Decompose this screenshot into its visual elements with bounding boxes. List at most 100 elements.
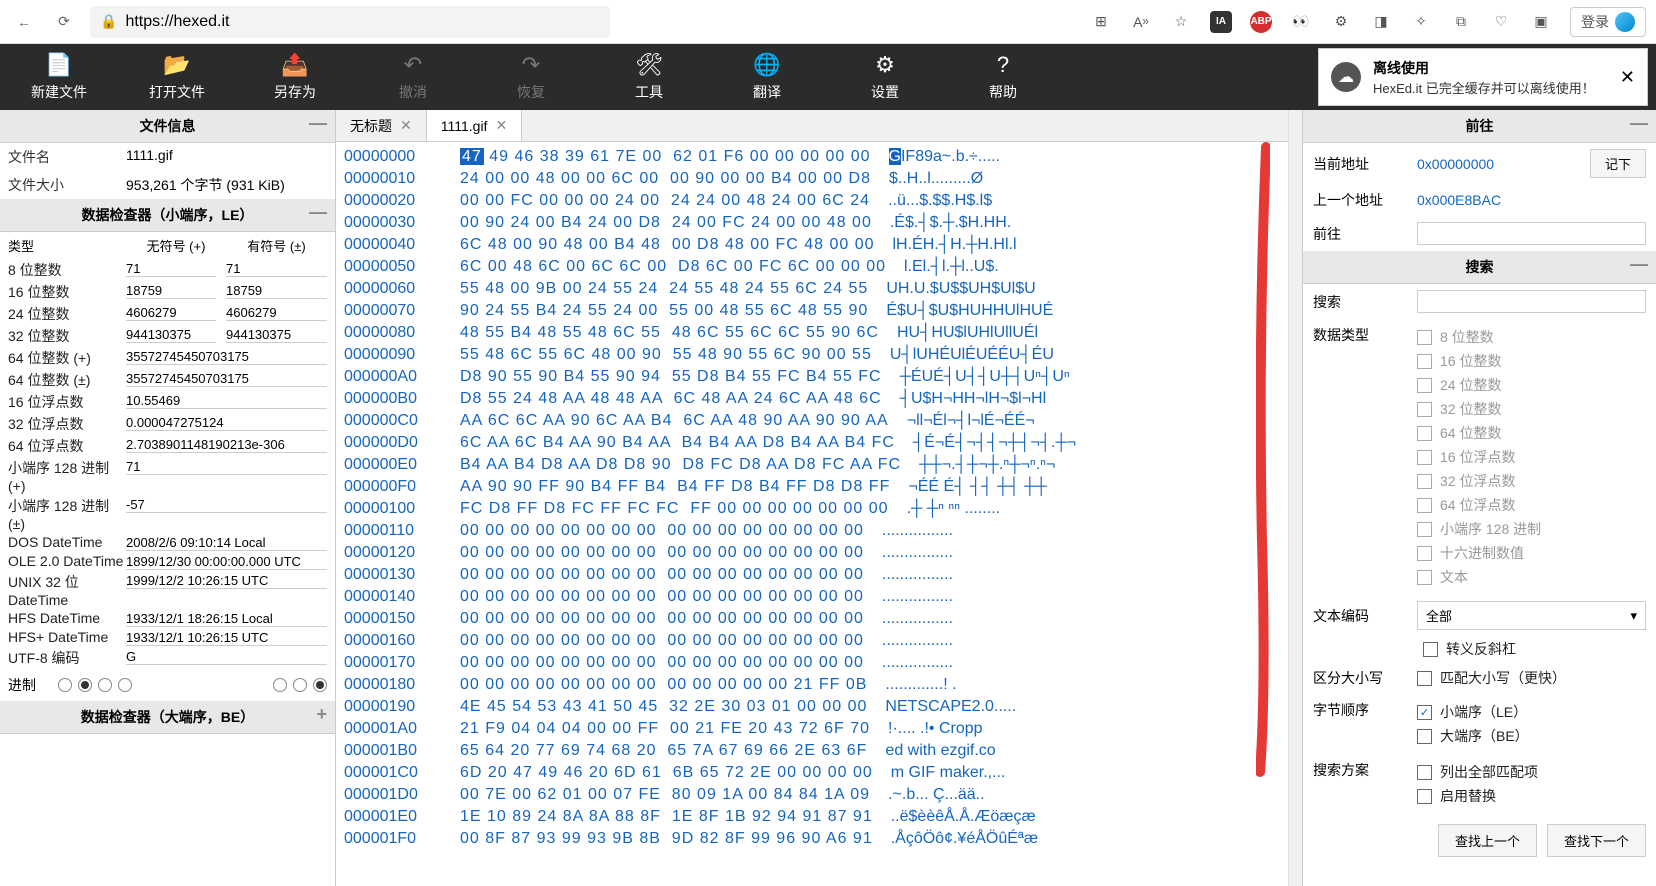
- hex-bytes[interactable]: B4 AA B4 D8 AA D8 D8 90 D8 FC D8 AA D8 F…: [460, 454, 901, 476]
- hex-ascii[interactable]: ¬ll¬Él¬┤l¬lÉ¬ÉÉ¬: [907, 410, 1035, 432]
- hex-bytes[interactable]: 55 48 00 9B 00 24 55 24 24 55 48 24 55 6…: [460, 278, 868, 300]
- remember-button[interactable]: 记下: [1590, 149, 1646, 178]
- hex-bytes[interactable]: 6C AA 6C B4 AA 90 B4 AA B4 B4 AA D8 B4 A…: [460, 432, 895, 454]
- hex-ascii[interactable]: É$U┤$U$HUHHUlHUÉ: [886, 300, 1053, 322]
- data-inspector-le-header[interactable]: 数据检查器（小端序，LE）—: [0, 199, 335, 232]
- radix-option[interactable]: [293, 678, 307, 692]
- file-tab[interactable]: 无标题✕: [336, 110, 427, 141]
- hex-row[interactable]: 0000003000 90 24 00 B4 24 00 D8 24 00 FC…: [336, 212, 1288, 234]
- hex-row[interactable]: 000001D000 7E 00 62 01 00 07 FE 80 09 1A…: [336, 784, 1288, 806]
- di-value-input[interactable]: [126, 371, 327, 387]
- hex-ascii[interactable]: U┤lUHÉUlÉUÉÉU┤ÉU: [890, 344, 1054, 366]
- hex-ascii[interactable]: ................: [882, 630, 953, 652]
- collections-icon[interactable]: ✧: [1410, 11, 1432, 33]
- hex-bytes[interactable]: 90 24 55 B4 24 55 24 00 55 00 48 55 6C 4…: [460, 300, 868, 322]
- di-value-input[interactable]: [126, 437, 327, 453]
- hex-bytes[interactable]: 00 7E 00 62 01 00 07 FE 80 09 1A 00 84 8…: [460, 784, 870, 806]
- extensions-icon[interactable]: ⚙: [1330, 11, 1352, 33]
- hex-row[interactable]: 0000007090 24 55 B4 24 55 24 00 55 00 48…: [336, 300, 1288, 322]
- performance-icon[interactable]: ♡: [1490, 11, 1512, 33]
- datatype-option[interactable]: 64 位浮点数: [1417, 493, 1646, 517]
- hex-ascii[interactable]: .É$.┤$.┼.$H.HH.: [890, 212, 1011, 234]
- case-checkbox-row[interactable]: 匹配大小写（更快）: [1417, 668, 1566, 688]
- datatype-option[interactable]: 小端序 128 进制: [1417, 517, 1646, 541]
- hex-bytes[interactable]: FC D8 FF D8 FC FF FC FC FF 00 00 00 00 0…: [460, 498, 889, 520]
- search-input[interactable]: [1417, 290, 1646, 313]
- hex-ascii[interactable]: ................: [882, 564, 953, 586]
- di-value-input[interactable]: [126, 611, 327, 627]
- hex-row[interactable]: 00000100FC D8 FF D8 FC FF FC FC FF 00 00…: [336, 498, 1288, 520]
- text-enc-select[interactable]: 全部▾: [1417, 601, 1646, 630]
- replace-checkbox-row[interactable]: 启用替换: [1417, 784, 1646, 808]
- di-value-input[interactable]: [126, 415, 327, 431]
- collapse-icon[interactable]: —: [309, 116, 327, 130]
- hex-ascii[interactable]: .............! .: [885, 674, 956, 696]
- hex-bytes[interactable]: 00 00 00 00 00 00 00 00 00 00 00 00 00 0…: [460, 520, 864, 542]
- hex-bytes[interactable]: 00 00 00 00 00 00 00 00 00 00 00 00 00 0…: [460, 564, 864, 586]
- di-value-input[interactable]: [126, 649, 327, 665]
- hex-ascii[interactable]: ┤É¬É┤¬┤┤¬┼┤¬┤.┼¬: [913, 432, 1076, 454]
- hex-bytes[interactable]: 47 49 46 38 39 61 7E 00 62 01 F6 00 00 0…: [460, 146, 871, 168]
- file-tab[interactable]: 1111.gif✕: [427, 110, 522, 141]
- hex-ascii[interactable]: ................: [882, 608, 953, 630]
- toolbar-help[interactable]: ?帮助: [944, 44, 1062, 110]
- hex-ascii[interactable]: ................: [882, 652, 953, 674]
- hex-ascii[interactable]: ┼┼¬.┤┼¬┼.ⁿ┼¬ⁿ.ⁿ¬: [919, 454, 1055, 476]
- di-value-input[interactable]: [126, 497, 327, 513]
- hex-bytes[interactable]: 24 00 00 48 00 00 6C 00 00 90 00 00 B4 0…: [460, 168, 871, 190]
- hex-row[interactable]: 0000000047 49 46 38 39 61 7E 00 62 01 F6…: [336, 146, 1288, 168]
- hex-ascii[interactable]: $..H..l.........Ø: [889, 168, 983, 190]
- hex-row[interactable]: 000000F0AA 90 90 FF 90 B4 FF B4 B4 FF D8…: [336, 476, 1288, 498]
- datatype-option[interactable]: 32 位浮点数: [1417, 469, 1646, 493]
- hex-row[interactable]: 0000014000 00 00 00 00 00 00 00 00 00 00…: [336, 586, 1288, 608]
- close-tab-icon[interactable]: ✕: [400, 117, 412, 134]
- hex-bytes[interactable]: 1E 10 89 24 8A 8A 88 8F 1E 8F 1B 92 94 9…: [460, 806, 873, 828]
- collapse-icon[interactable]: —: [1630, 257, 1648, 271]
- toolbar-tools[interactable]: 🛠工具: [590, 44, 708, 110]
- datatype-option[interactable]: 32 位整数: [1417, 397, 1646, 421]
- hex-row[interactable]: 000001E01E 10 89 24 8A 8A 88 8F 1E 8F 1B…: [336, 806, 1288, 828]
- di-signed-input[interactable]: [226, 261, 327, 277]
- toolbar-file-new[interactable]: 📄新建文件: [0, 44, 118, 110]
- di-value-input[interactable]: [126, 573, 327, 589]
- hex-bytes[interactable]: 00 00 FC 00 00 00 24 00 24 24 00 48 24 0…: [460, 190, 870, 212]
- le-checkbox-row[interactable]: 小端序（LE）: [1417, 700, 1646, 724]
- expand-icon[interactable]: +: [316, 707, 327, 721]
- goto-input[interactable]: [1417, 222, 1646, 245]
- hex-bytes[interactable]: 6C 48 00 90 48 00 B4 48 00 D8 48 00 FC 4…: [460, 234, 875, 256]
- be-checkbox-row[interactable]: 大端序（BE）: [1417, 724, 1646, 748]
- di-unsigned-input[interactable]: [126, 261, 216, 277]
- hex-ascii[interactable]: ................: [882, 542, 953, 564]
- hex-ascii[interactable]: ┼ÉUÉ┤U┤┤U┼┤Uⁿ┤Uⁿ: [900, 366, 1070, 388]
- radix-option[interactable]: [98, 678, 112, 692]
- hex-bytes[interactable]: D8 90 55 90 B4 55 90 94 55 D8 B4 55 FC B…: [460, 366, 882, 388]
- hex-row[interactable]: 000000D06C AA 6C B4 AA 90 B4 AA B4 B4 AA…: [336, 432, 1288, 454]
- di-value-input[interactable]: [126, 459, 327, 475]
- data-inspector-be-header[interactable]: 数据检查器（大端序，BE）+: [0, 701, 335, 734]
- hex-bytes[interactable]: 6D 20 47 49 46 20 6D 61 6B 65 72 2E 00 0…: [460, 762, 873, 784]
- toolbar-folder-open[interactable]: 📂打开文件: [118, 44, 236, 110]
- datatype-option[interactable]: 16 位整数: [1417, 349, 1646, 373]
- library-icon[interactable]: ⧉: [1450, 11, 1472, 33]
- hex-row[interactable]: 000000A0D8 90 55 90 B4 55 90 94 55 D8 B4…: [336, 366, 1288, 388]
- hex-bytes[interactable]: AA 6C 6C AA 90 6C AA B4 6C AA 48 90 AA 9…: [460, 410, 889, 432]
- hex-row[interactable]: 0000018000 00 00 00 00 00 00 00 00 00 00…: [336, 674, 1288, 696]
- hex-bytes[interactable]: 00 90 24 00 B4 24 00 D8 24 00 FC 24 00 0…: [460, 212, 872, 234]
- hex-row[interactable]: 000001904E 45 54 53 43 41 50 45 32 2E 30…: [336, 696, 1288, 718]
- hex-ascii[interactable]: GIF89a~.b.÷.....: [889, 146, 1001, 168]
- collapse-icon[interactable]: —: [309, 205, 327, 219]
- hex-bytes[interactable]: 00 00 00 00 00 00 00 00 00 00 00 00 00 0…: [460, 586, 864, 608]
- refresh-button[interactable]: ⟳: [50, 8, 78, 36]
- login-button[interactable]: 登录: [1570, 7, 1646, 37]
- di-value-input[interactable]: [126, 554, 327, 570]
- hex-row[interactable]: 0000001024 00 00 48 00 00 6C 00 00 90 00…: [336, 168, 1288, 190]
- hex-bytes[interactable]: 00 00 00 00 00 00 00 00 00 00 00 00 00 2…: [460, 674, 867, 696]
- hex-ascii[interactable]: l.El.┤l.┼l..U$.: [904, 256, 999, 278]
- find-next-button[interactable]: 查找下一个: [1547, 824, 1646, 857]
- address-bar[interactable]: 🔒: [90, 6, 610, 38]
- hex-row[interactable]: 000000506C 00 48 6C 00 6C 6C 00 D8 6C 00…: [336, 256, 1288, 278]
- hex-ascii[interactable]: ¬ÉÉ É┤ ┤┤ ┼┤ ┼┼: [908, 476, 1051, 498]
- hex-ascii[interactable]: UH.U.$U$$UH$Ul$U: [886, 278, 1035, 300]
- datatype-option[interactable]: 十六进制数值: [1417, 541, 1646, 565]
- back-button[interactable]: ←: [10, 8, 38, 36]
